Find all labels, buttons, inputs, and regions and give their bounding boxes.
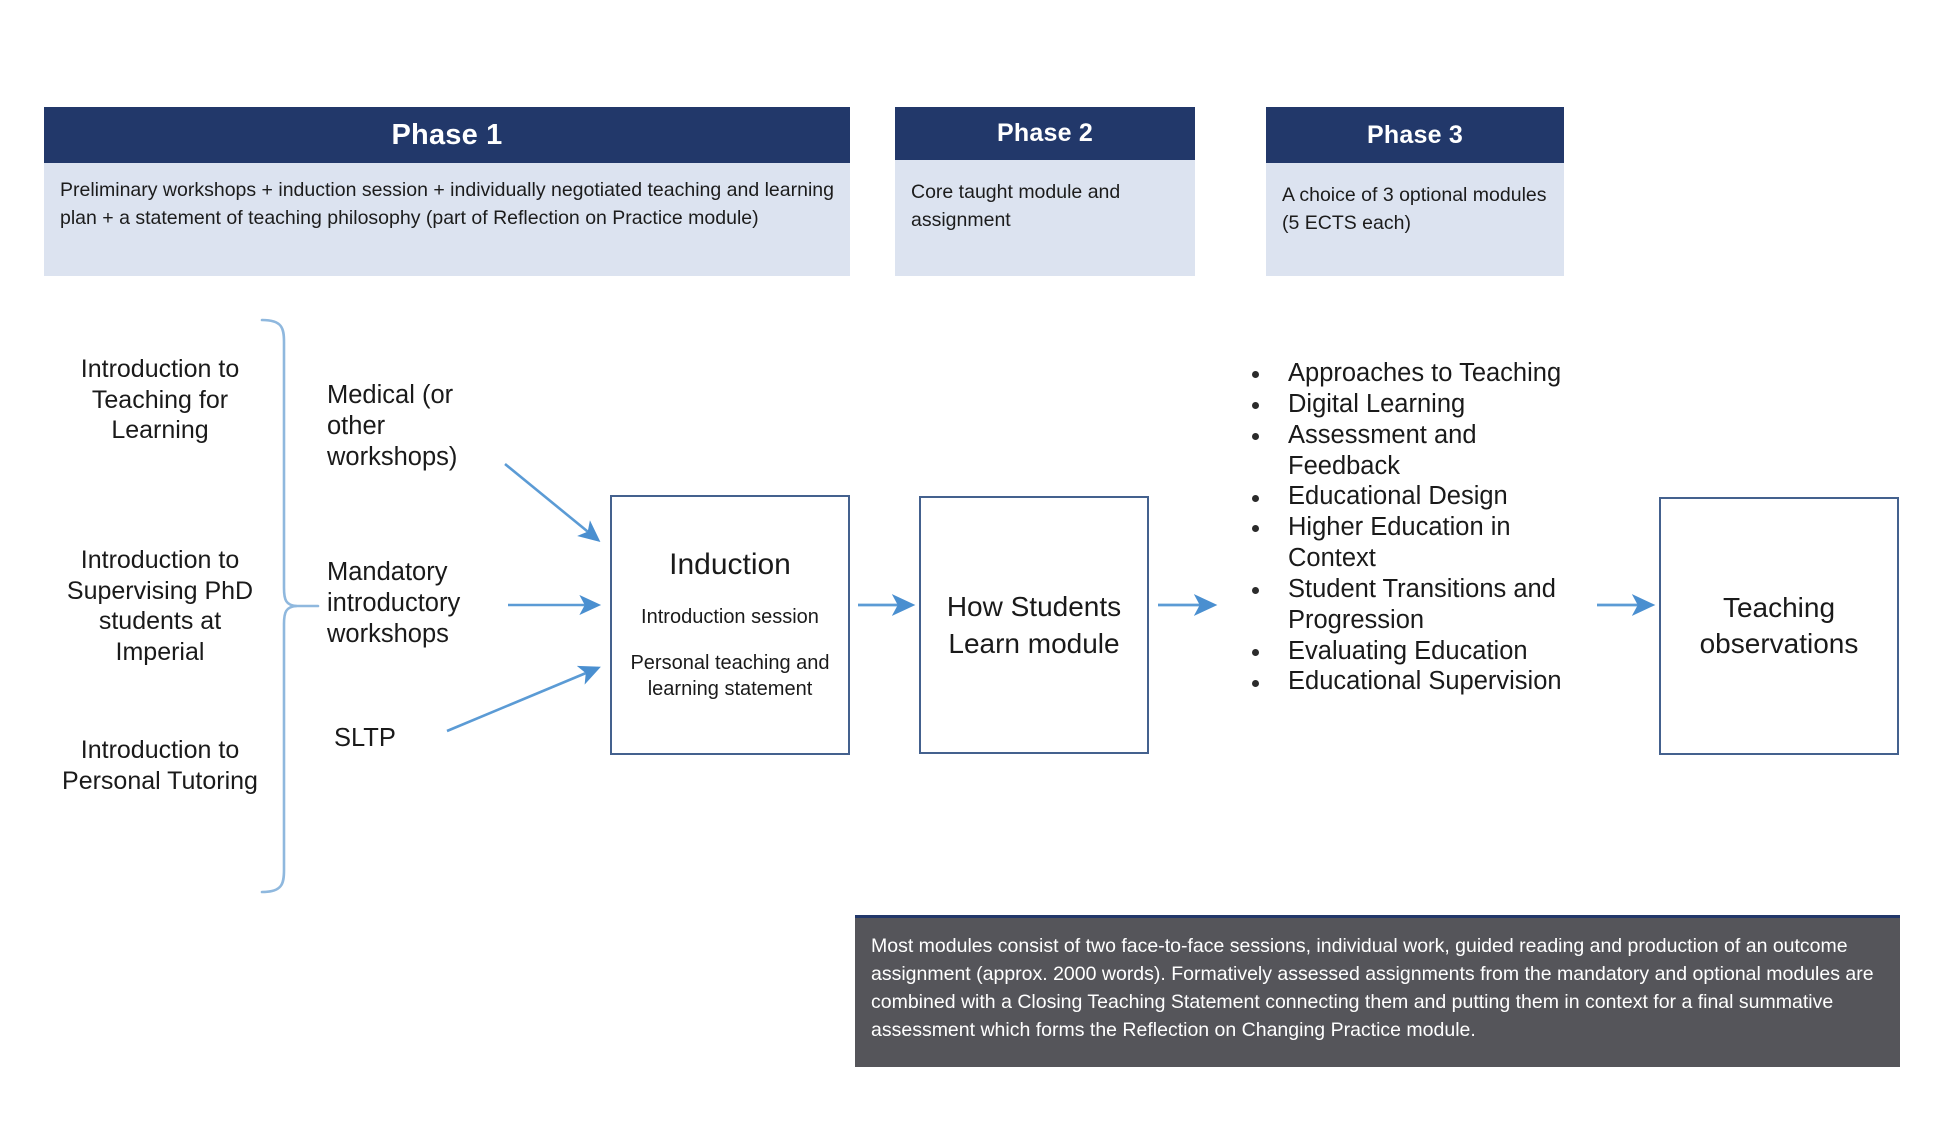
induction-personal-statement: Personal teaching and learning statement [630,651,830,700]
list-item: Educational Design [1240,481,1585,512]
phase-2-card: Phase 2 Core taught module and assignmen… [895,107,1195,276]
list-item: Higher Education in Context [1240,512,1585,574]
footer-note: Most modules consist of two face-to-face… [855,915,1900,1067]
arrow-medical-to-induction [504,462,601,542]
list-item: Digital Learning [1240,389,1585,420]
intro-to-personal-tutoring-label: Introduction to Personal Tutoring [62,736,258,795]
bullet-icon [1252,402,1259,410]
grouping-brace [260,318,320,894]
how-students-learn-module-box: How Students Learn module [919,496,1149,754]
arrow-sltp-to-induction [446,665,601,733]
list-item: Student Transitions and Progression [1240,574,1585,636]
phase-1-card: Phase 1 Preliminary workshops + inductio… [44,107,850,276]
list-item: Evaluating Education [1240,636,1585,667]
induction-introduction-session: Introduction session [641,605,819,628]
optional-module-label: Approaches to Teaching [1288,359,1562,387]
medical-other-workshops-label: Medical (or other workshops) [327,381,458,472]
bullet-icon [1252,587,1259,595]
teaching-observations-label: Teaching observations [1699,591,1859,659]
bullet-icon [1252,371,1259,379]
bullet-icon [1252,525,1259,533]
phase-1-title: Phase 1 [44,107,850,163]
how-students-learn-module-label: How Students Learn module [946,590,1122,659]
bullet-icon [1252,432,1259,440]
optional-modules-list: Approaches to Teaching Digital Learning … [1240,358,1585,697]
optional-module-label: Assessment and Feedback [1288,420,1477,480]
phase-3-title: Phase 3 [1266,107,1564,163]
phase-1-description: Preliminary workshops + induction sessio… [44,163,850,276]
list-item: Educational Supervision [1240,666,1585,697]
bullet-icon [1252,494,1259,502]
phase-3-card: Phase 3 A choice of 3 optional modules (… [1266,107,1564,276]
diagram-canvas: Phase 1 Preliminary workshops + inductio… [0,0,1934,1148]
intro-to-teaching-for-learning-label: Introduction to Teaching for Learning [80,355,240,444]
phase-3-description: A choice of 3 optional modules (5 ECTS e… [1266,163,1564,276]
bullet-icon [1252,648,1259,656]
optional-module-label: Higher Education in Context [1288,513,1511,573]
intro-to-supervising-phd-label: Introduction to Supervising PhD students… [66,546,254,666]
phase-2-title: Phase 2 [895,107,1195,160]
induction-title: Induction [669,547,791,581]
induction-box: Induction Introduction session Personal … [610,495,850,755]
mandatory-introductory-workshops-label: Mandatory introductory workshops [327,558,461,649]
optional-module-label: Evaluating Education [1288,636,1528,665]
list-item: Approaches to Teaching [1240,358,1585,389]
bullet-icon [1252,679,1259,687]
optional-module-label: Digital Learning [1288,389,1466,418]
phase-2-description: Core taught module and assignment [895,160,1195,276]
optional-module-label: Educational Supervision [1288,667,1562,696]
list-item: Assessment and Feedback [1240,420,1585,482]
teaching-observations-box: Teaching observations [1659,497,1899,755]
optional-module-label: Student Transitions and Progression [1288,574,1556,634]
optional-module-label: Educational Design [1288,482,1508,511]
sltp-label: SLTP [334,724,396,752]
